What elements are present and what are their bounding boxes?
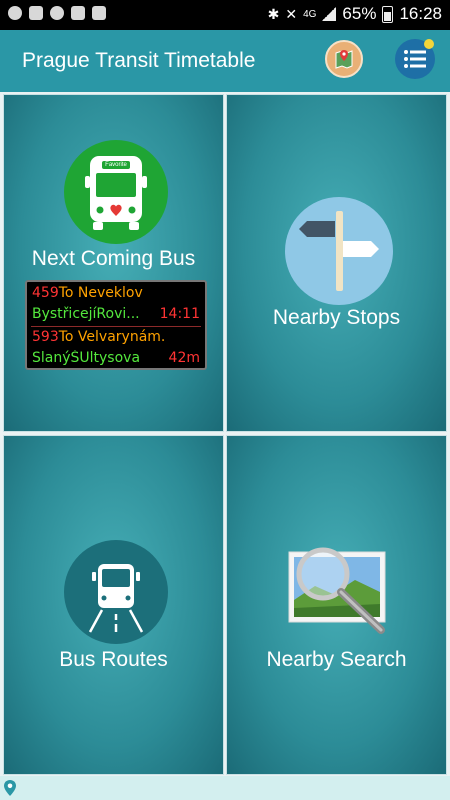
departure-row: 459To Neveklov [32,285,200,305]
bus-road-icon [88,564,144,633]
tile-nearby-stops[interactable]: Nearby Stops [226,94,447,432]
message-icon [8,6,22,20]
bus-front-icon [85,156,147,230]
chrome-icon [50,6,64,20]
tile-label: Nearby Search [266,648,407,671]
line-number: 593 [32,329,59,345]
app-title: Prague Transit Timetable [22,49,256,72]
download-icon [92,6,106,20]
battery-icon [382,5,394,23]
direction: To Neveklov [58,285,143,301]
system-icons: ✱ ✕ 4G 65% 16:28 [268,4,442,24]
tile-label: Nearby Stops [272,306,401,329]
magnifier-icon [288,547,386,634]
mail-icon [29,6,43,20]
notification-dot [424,39,434,49]
network-type: 4G [303,8,317,20]
tile-label: Next Coming Bus [31,247,196,270]
direction: To Velvarynám. [58,329,166,345]
departure-time: 14:11 [159,306,200,322]
map-button[interactable] [325,40,363,78]
direction-sign-icon [299,211,379,291]
status-bar: ✱ ✕ 4G 65% 16:28 [0,0,450,30]
bus-favorite-icon: Favorite [64,140,168,244]
notification-icons [8,6,106,20]
bluetooth-icon: ✱ [267,5,280,22]
image-icon [71,6,85,20]
departure-time: 42m [168,350,200,366]
signal-icon [322,7,337,21]
screen: ✱ ✕ 4G 65% 16:28 Prague Transit Timetabl… [0,0,450,800]
stop-name: BystřicejíRovi... [32,306,140,322]
departure-row: BystřicejíRovi... 14:11 [32,306,200,326]
tile-bus-routes[interactable]: Bus Routes [3,435,224,775]
favorite-badge: Favorite [105,162,127,168]
app-bar: Prague Transit Timetable [0,30,450,92]
stop-name: SlanýŠUltysova [32,350,141,366]
bus-route-icon [64,540,168,644]
tile-nearby-search[interactable]: Nearby Search [226,435,447,775]
clock: 16:28 [399,4,442,23]
menu-button[interactable] [395,39,435,79]
signpost-icon [285,197,393,305]
tile-next-coming-bus[interactable]: Favorite Next Coming Bus 459To Neveklov … [3,94,224,432]
departures-board[interactable]: 459To Neveklov BystřicejíRovi... 14:11 5… [25,280,207,370]
list-menu-icon [404,50,426,68]
battery-percent: 65% [342,4,377,23]
mute-icon: ✕ [285,5,298,22]
tile-label: Bus Routes [59,648,168,671]
line-number: 459 [32,285,59,301]
location-pin-icon [4,780,16,796]
map-pin-icon [335,50,353,69]
departure-row: SlanýŠUltysova 42m [32,350,200,370]
photo-magnifier-icon [285,542,395,634]
board-divider [31,326,201,327]
bottom-banner[interactable] [0,776,450,800]
departure-row: 593To Velvarynám. [32,329,200,349]
